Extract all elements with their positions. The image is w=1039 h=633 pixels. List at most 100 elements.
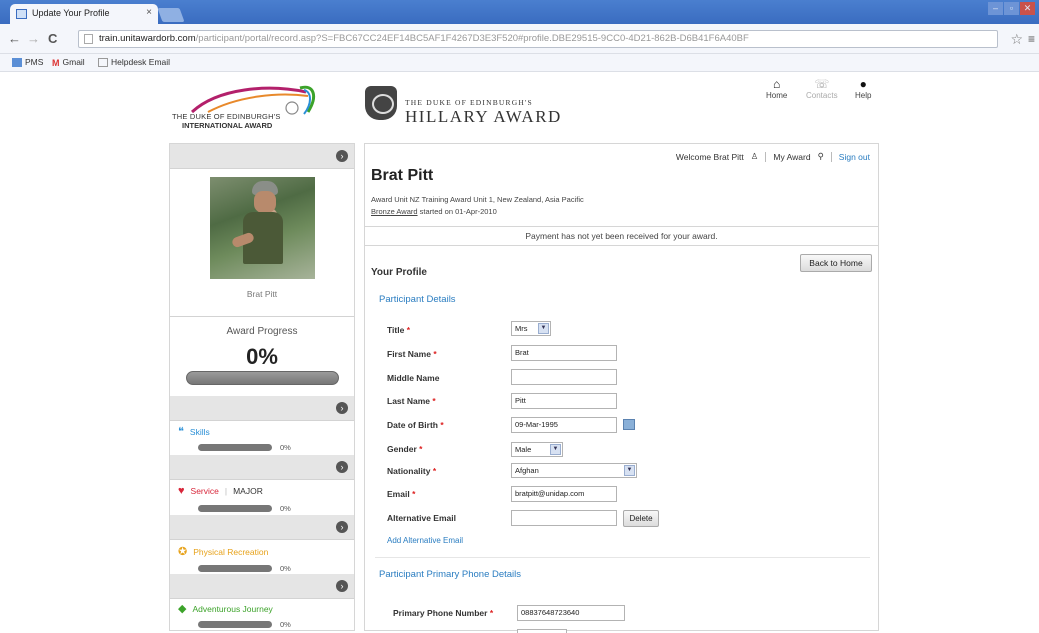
browser-toolbar: ← → C train.unitawardorb.com/participant…	[0, 24, 1039, 54]
gender-select-value: Male	[515, 445, 532, 454]
award-swoosh-icon	[190, 85, 316, 115]
phone-type-select[interactable]	[517, 629, 567, 633]
physical-progress-bar	[198, 565, 272, 572]
new-tab-button[interactable]	[157, 8, 185, 22]
primary-phone-label: Primary Phone Number *	[393, 608, 493, 618]
photo-face	[254, 191, 276, 213]
skills-progress-bar	[198, 444, 272, 451]
section-skills[interactable]: ❝ Skills	[178, 425, 210, 438]
dob-label: Date of Birth *	[387, 420, 444, 430]
close-window-icon[interactable]: ✕	[1020, 2, 1035, 15]
primary-phone-input[interactable]: 08837648723640	[517, 605, 625, 621]
payment-notice: Payment has not yet been received for yo…	[365, 226, 878, 246]
back-to-home-button[interactable]: Back to Home	[800, 254, 872, 272]
calendar-icon[interactable]	[623, 419, 635, 430]
service-major-label: MAJOR	[233, 486, 263, 496]
section-physical-recreation[interactable]: ✪ Physical Recreation	[178, 545, 268, 558]
hillary-award-logo[interactable]: THE DUKE OF EDINBURGH'S HILLARY AWARD	[365, 86, 585, 136]
title-label-text: Title	[387, 325, 405, 335]
your-profile-heading: Your Profile	[371, 267, 427, 278]
profile-user-name: Brat Pitt	[371, 167, 434, 184]
intl-logo-line2: INTERNATIONAL AWARD	[182, 121, 273, 130]
forward-arrow-icon[interactable]: →	[27, 31, 40, 46]
chevron-down-icon: ▼	[538, 323, 549, 334]
add-alternative-email-link[interactable]: Add Alternative Email	[387, 536, 463, 545]
bookmark-helpdesk[interactable]: Helpdesk Email	[98, 57, 170, 67]
bookmark-label: Gmail	[62, 57, 85, 67]
gender-label-text: Gender	[387, 444, 417, 454]
tab-close-icon[interactable]: ×	[146, 7, 152, 18]
divider	[170, 316, 354, 317]
nationality-label-text: Nationality	[387, 466, 431, 476]
award-progress-label: Award Progress	[226, 326, 298, 337]
sidebar-header: ›	[170, 144, 354, 169]
required-mark: *	[406, 325, 411, 335]
nav-help[interactable]: ● Help	[855, 77, 871, 100]
bookmarks-bar: PMS M Gmail Helpdesk Email	[0, 54, 1039, 72]
section-label: Physical Recreation	[193, 546, 269, 557]
award-progress-bar	[186, 371, 339, 385]
expand-circle-icon[interactable]: ›	[336, 521, 348, 533]
bookmark-label: Helpdesk Email	[111, 57, 171, 67]
email-input[interactable]: bratpitt@unidap.com	[511, 486, 617, 502]
hillary-emblem-icon	[365, 86, 397, 120]
expand-circle-icon[interactable]: ›	[336, 580, 348, 592]
hillary-logo-line1: THE DUKE OF EDINBURGH'S	[405, 98, 533, 107]
last-name-label-text: Last Name	[387, 396, 430, 406]
maximize-icon[interactable]: ▫	[1004, 2, 1019, 15]
nationality-select[interactable]: Afghan ▼	[511, 463, 637, 478]
middle-name-input[interactable]	[511, 369, 617, 385]
required-mark: *	[412, 489, 416, 499]
user-menu: Welcome Brat Pitt ♙ My Award ⚲ Sign out	[676, 151, 870, 162]
adventurous-progress-value: 0%	[280, 620, 291, 629]
nationality-select-value: Afghan	[515, 466, 539, 475]
bookmark-pms[interactable]: PMS	[12, 57, 43, 67]
bookmark-gmail[interactable]: M Gmail	[52, 57, 85, 68]
gender-select[interactable]: Male ▼	[511, 442, 563, 457]
participant-sidebar: › Brat Pitt Award Progress 0% › ❝ Skills…	[169, 143, 355, 631]
sign-out-link[interactable]: Sign out	[839, 152, 870, 162]
page-favicon-icon	[16, 9, 27, 19]
section-divider: |	[224, 486, 228, 496]
expand-circle-icon[interactable]: ›	[336, 150, 348, 162]
minimize-icon[interactable]: –	[988, 2, 1003, 15]
last-name-input[interactable]: Pitt	[511, 393, 617, 409]
delete-alt-email-button[interactable]: Delete	[623, 510, 659, 527]
adventurous-progress-bar	[198, 621, 272, 628]
alt-email-input[interactable]	[511, 510, 617, 526]
section-label: Skills	[189, 426, 210, 437]
address-bar[interactable]: train.unitawardorb.com/participant/porta…	[78, 30, 998, 48]
adventurous-header: ›	[170, 574, 354, 599]
title-select[interactable]: Mrs ▼	[511, 321, 551, 336]
international-award-logo[interactable]: THE DUKE OF EDINBURGH'S INTERNATIONAL AW…	[170, 80, 340, 136]
title-select-value: Mrs	[515, 324, 528, 333]
gmail-icon: M	[52, 57, 60, 68]
chevron-down-icon: ▼	[550, 444, 561, 455]
browser-titlebar: Update Your Profile × – ▫ ✕	[0, 0, 1039, 24]
bookmark-label: PMS	[25, 57, 44, 67]
expand-circle-icon[interactable]: ›	[336, 402, 348, 414]
url-host: train.unitawardorb.com	[99, 33, 196, 44]
my-award-link[interactable]: My Award	[773, 152, 810, 162]
required-mark: *	[433, 349, 437, 359]
dob-input[interactable]: 09-Mar-1995	[511, 417, 617, 433]
nav-home[interactable]: ⌂ Home	[766, 77, 787, 100]
star-icon[interactable]: ☆	[1010, 31, 1023, 48]
hillary-logo-line2: HILLARY AWARD	[405, 107, 562, 126]
section-label: Adventurous Journey	[192, 603, 273, 614]
browser-tab[interactable]: Update Your Profile ×	[10, 4, 158, 24]
section-service[interactable]: ♥ Service | MAJOR	[178, 485, 263, 497]
section-adventurous-journey[interactable]: ◆ Adventurous Journey	[178, 602, 273, 615]
award-started-date: started on 01-Apr-2010	[417, 207, 497, 216]
wrench-icon[interactable]: ≡	[1028, 32, 1035, 46]
award-unit-text: Award Unit NZ Training Award Unit 1, New…	[371, 195, 584, 204]
divider	[830, 151, 832, 162]
back-arrow-icon[interactable]: ←	[8, 31, 21, 46]
expand-circle-icon[interactable]: ›	[336, 461, 348, 473]
reload-icon[interactable]: C	[48, 31, 57, 46]
last-name-label: Last Name *	[387, 396, 436, 406]
first-name-label-text: First Name	[387, 349, 431, 359]
bronze-award-link[interactable]: Bronze Award	[371, 207, 418, 216]
nav-contacts[interactable]: ☏ Contacts	[806, 77, 838, 100]
first-name-input[interactable]: Brat	[511, 345, 617, 361]
